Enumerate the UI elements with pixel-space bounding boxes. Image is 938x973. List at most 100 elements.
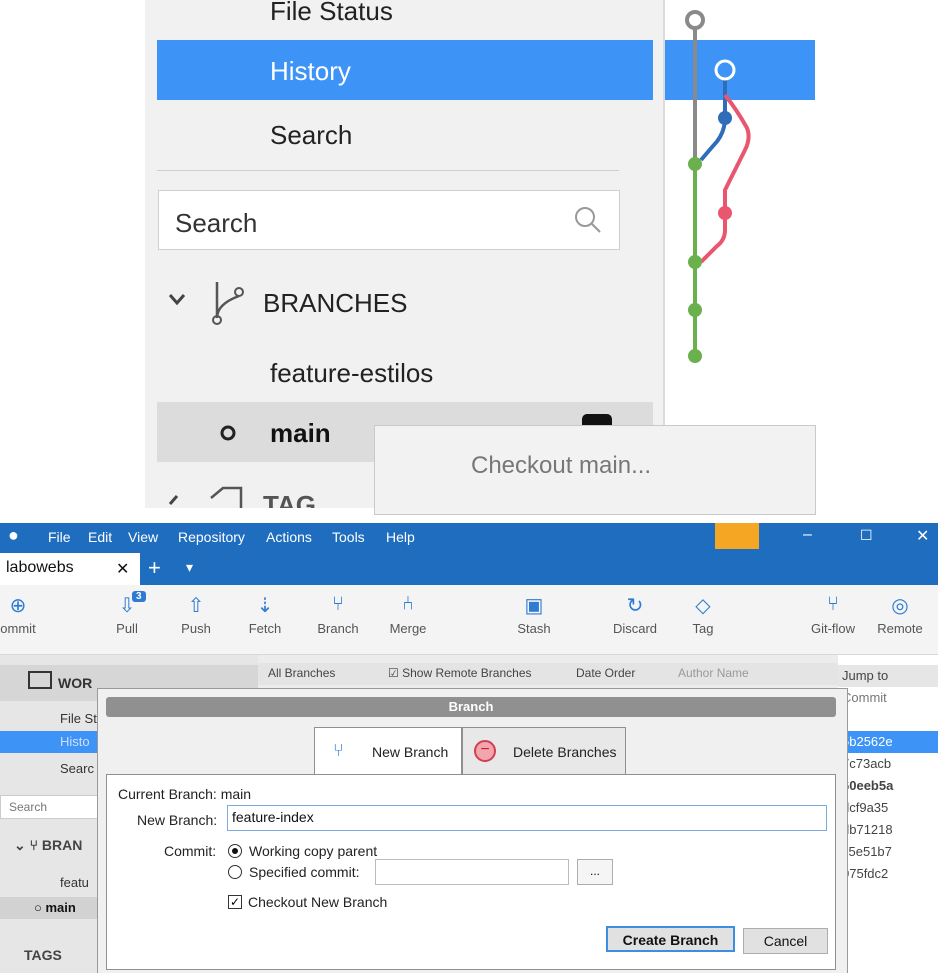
plus-circle-icon: ⊕ [9,595,27,617]
menu-help[interactable]: Help [386,529,415,545]
author-input[interactable]: Author Name [678,666,749,680]
show-remote-checkbox[interactable]: ☑ Show Remote Branches [388,666,532,680]
merge-button[interactable]: ⑃ Merge [378,593,438,636]
menu-edit[interactable]: Edit [88,529,112,545]
tag-icon: ◇ [695,595,711,617]
pull-label: Pull [116,621,138,636]
toolbar: ⊕ ommit ⇩ Pull 3 ⇧ Push ⇣ Fetch ⑂ Branch ⑃ Mer… [0,585,938,655]
commit-row[interactable]: db71218 [838,819,938,841]
discard-button[interactable]: ↻ Discard [605,593,665,636]
sidebar-branch-feature[interactable]: featu [60,875,89,890]
zoom-search-item[interactable]: Search [270,120,352,151]
commit-row[interactable]: * [838,709,938,731]
commit-button[interactable]: ⊕ ommit [0,593,48,636]
gitflow-button[interactable]: ⑂ Git-flow [803,593,863,636]
tag-icon [210,486,243,508]
jump-to-field[interactable]: Jump to [838,665,938,687]
commit-row[interactable]: 60eeb5a [838,775,938,797]
zoom-tags-header: TAG [263,490,316,508]
add-tab-icon[interactable]: + [148,555,161,581]
current-branch-text: Current Branch: main [118,786,252,802]
close-icon[interactable]: ✕ [916,526,929,546]
create-branch-button[interactable]: Create Branch [606,926,735,952]
tag-button[interactable]: ◇ Tag [673,593,733,636]
minimize-icon[interactable]: – [803,526,812,544]
commit-list: Jump to Commit *5b2562e7c73acb60eeb5adcf… [838,655,938,973]
menu-repository[interactable]: Repository [178,529,245,545]
fetch-button[interactable]: ⇣ Fetch [235,593,295,636]
app-logo-icon: ● [8,525,19,545]
branches-dropdown[interactable]: All Branches [268,666,335,680]
specified-commit-input[interactable] [375,859,569,885]
commit-row[interactable]: 5b2562e [838,731,938,753]
menu-view[interactable]: View [128,529,158,545]
commit-column-header: Commit [842,690,887,705]
zoom-branch-main-label: main [270,418,331,448]
tab-label: labowebs [6,559,74,576]
order-dropdown[interactable]: Date Order [576,666,635,680]
zoom-search-input[interactable]: Search [158,190,620,250]
merge-label: Merge [389,621,427,636]
commit-row[interactable]: 7c73acb [838,753,938,775]
push-label: Push [181,621,211,636]
commit-row[interactable]: 075fdc2 [838,863,938,885]
remote-label: Remote [877,621,923,636]
flag-icon[interactable] [715,523,759,549]
tag-label: Tag [692,621,714,636]
tab-close-icon[interactable]: ✕ [116,559,129,579]
checkout-new-branch-label: Checkout New Branch [248,894,388,910]
stash-label: Stash [517,621,551,636]
menu-tools[interactable]: Tools [332,529,365,545]
checkout-main-menu-item[interactable]: Checkout main... [471,452,651,479]
push-icon: ⇧ [187,595,205,617]
zoomed-sidebar-view: File Status History Search Search BRANCH… [0,0,938,515]
menu-file[interactable]: File [48,529,71,545]
working-copy-radio[interactable] [228,844,242,858]
maximize-icon[interactable]: ☐ [860,527,873,544]
specified-commit-label: Specified commit: [249,864,360,880]
tab-dropdown-icon[interactable]: ▾ [186,559,193,576]
fetch-icon: ⇣ [256,595,274,617]
current-branch-icon [220,425,236,441]
chevron-right-icon[interactable] [167,492,187,508]
sidebar-branches-header[interactable]: ⌄ ⑂ BRAN [14,837,82,854]
sidebar-search[interactable]: Searc [60,761,94,776]
filter-bar: All Branches ☑ Show Remote Branches Date… [258,663,938,685]
show-remote-label: Show Remote Branches [402,666,532,680]
commit-row[interactable]: c5e51b7 [838,841,938,863]
tab-new-branch[interactable]: ⑂ New Branch [314,727,462,776]
zoom-branch-feature[interactable]: feature-estilos [270,358,433,389]
zoom-file-status-item[interactable]: File Status [270,0,393,27]
chevron-down-icon[interactable] [167,292,187,308]
commit-row[interactable]: dcf9a35 [838,797,938,819]
sourcetree-window: ● File Edit View Repository Actions Tool… [0,523,938,973]
zoom-divider [157,170,619,171]
gitflow-label: Git-flow [810,621,856,636]
fetch-label: Fetch [248,621,282,636]
cancel-button[interactable]: Cancel [743,928,828,954]
browse-commit-button[interactable]: ... [577,859,613,885]
tab-labowebs[interactable]: labowebs ✕ [0,553,140,585]
branches-label: BRAN [41,837,83,853]
commit-label: ommit [0,621,36,636]
menu-actions[interactable]: Actions [266,529,312,545]
sidebar-tags-header[interactable]: TAGS [24,947,62,963]
discard-icon: ↻ [626,595,644,617]
zoom-search-placeholder: Search [175,208,258,238]
zoom-context-menu: Checkout main... [374,425,816,515]
discard-label: Discard [612,621,658,636]
branch-button[interactable]: ⑂ Branch [308,593,368,636]
checkout-new-branch-checkbox[interactable]: ✓ [228,895,242,909]
pull-button[interactable]: ⇩ Pull 3 [97,591,157,636]
remote-button[interactable]: ◎ Remote [870,593,930,636]
tab-delete-branches[interactable]: − Delete Branches [462,727,626,775]
push-button[interactable]: ⇧ Push [166,593,226,636]
sidebar-file-status[interactable]: File St [60,711,97,726]
new-branch-input[interactable]: feature-index [227,805,827,831]
merge-icon: ⑃ [402,593,414,615]
zoom-history-item[interactable]: History [157,40,653,100]
pull-icon: ⇩ [118,595,136,617]
specified-commit-radio[interactable] [228,865,242,879]
branch-label: Branch [317,621,359,636]
stash-button[interactable]: ▣ Stash [504,593,564,636]
